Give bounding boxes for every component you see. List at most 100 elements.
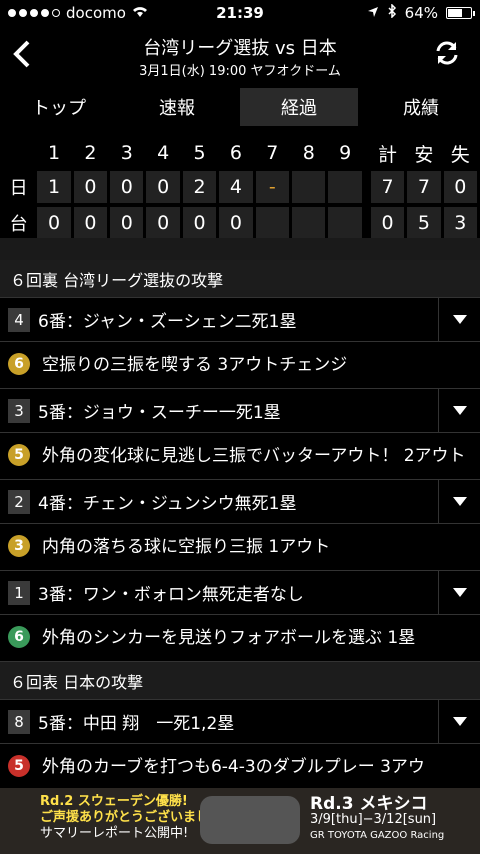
scoreboard-row-taiwan: 台 0 0 0 0 0 0 0 5 3 [0,206,480,240]
tab-bar: トップ 速報 経過 成績 [0,86,480,128]
refresh-button[interactable] [432,38,462,68]
expand-caret-icon[interactable] [438,479,480,524]
batter-situation: 6番：ジャン・ズーシェン二死1塁 [38,312,297,332]
play-description: 内角の落ちる球に空振り三振 1アウト [42,537,331,557]
inning-section-header: ６回表 日本の攻撃 [0,662,480,700]
total-runs-header: 計 [378,143,398,166]
page-title: 台湾リーグ選抜 vs 日本 [143,38,337,59]
batter-row[interactable]: 8 5番：中田 翔 一死1,2塁 [0,699,480,744]
rally-car-image [200,796,300,844]
play-item: 5 外角の変化球に見逃し三振でバッターアウト！ 2アウト [0,433,480,480]
expand-caret-icon[interactable] [438,297,480,342]
scoreboard: 1 2 3 4 5 6 7 8 9 計 安 失 日 1 0 0 0 2 4 - … [0,136,480,240]
play-description: 外角の変化球に見逃し三振でバッターアウト！ 2アウト [42,446,466,466]
batter-number-badge: 4 [8,307,30,332]
inning-score: 1 [37,171,71,203]
refresh-icon [436,41,458,65]
inning-header: 8 [302,142,315,164]
inning-score-current: - [255,171,290,203]
inning-header: 2 [84,142,97,164]
inning-section-header: ６回裏 台湾リーグ選抜の攻撃 [0,260,480,298]
play-description: 空振りの三振を喫する 3アウトチェンジ [42,355,348,375]
batter-row[interactable]: 3 5番：ジョウ・スーチー一死1塁 [0,388,480,433]
batter-number-badge: 2 [8,489,30,514]
ad-dates: 3/9[thu]−3/12[sun] [310,812,437,827]
batter-situation: 4番：チェン・ジュンシウ無死1塁 [38,494,297,514]
hits-header: 安 [414,143,434,166]
batter-number-badge: 1 [8,580,30,605]
play-by-play-feed: ６回裏 台湾リーグ選抜の攻撃 4 6番：ジャン・ズーシェン二死1塁 6 空振りの… [0,260,480,791]
tab-stats[interactable]: 成績 [362,86,480,128]
app-header: 台湾リーグ選抜 vs 日本 3月1日(水) 19:00 ヤフオクドーム [0,28,480,84]
pitch-count-badge: 5 [8,755,30,777]
ad-banner[interactable]: Rd.2 スウェーデン優勝! ご声援ありがとうございました! サマリーレポート公… [0,788,480,854]
batter-row[interactable]: 4 6番：ジャン・ズーシェン二死1塁 [0,297,480,342]
batter-situation: 5番：ジョウ・スーチー一死1塁 [38,403,281,423]
inning-score [255,207,290,239]
pitch-count-badge: 6 [8,353,30,375]
battery-icon [446,7,475,19]
expand-caret-icon[interactable] [438,699,480,744]
inning-score [292,171,326,203]
play-description: 外角のシンカーを見送りフォアボールを選ぶ 1塁 [42,628,416,648]
inning-score: 0 [110,207,144,239]
inning-score: 2 [182,171,217,203]
inning-score: 0 [146,171,180,203]
errors-header: 失 [450,143,470,166]
tab-live[interactable]: 速報 [118,86,236,128]
inning-header: 1 [47,142,61,164]
inning-header: 9 [339,142,352,164]
total-errors: 0 [443,171,477,203]
ad-next-round: Rd.3 メキシコ [310,794,428,814]
inning-score: 0 [73,171,108,203]
inning-score: 0 [146,207,180,239]
play-item: 3 内角の落ちる球に空振り三振 1アウト [0,524,480,571]
batter-row[interactable]: 2 4番：チェン・ジュンシウ無死1塁 [0,479,480,524]
inning-score: 0 [73,207,108,239]
expand-caret-icon[interactable] [438,388,480,433]
batter-row[interactable]: 1 3番：ワン・ボォロン無死走者なし [0,570,480,615]
play-item: 6 外角のシンカーを見送りフォアボールを選ぶ 1塁 [0,615,480,662]
expand-caret-icon[interactable] [438,570,480,615]
team-label: 台 [9,214,28,235]
location-icon [367,4,379,22]
tab-progress[interactable]: 経過 [240,88,358,126]
inning-header: 4 [157,142,170,164]
scoreboard-row-japan: 日 1 0 0 0 2 4 - 7 7 0 [0,170,480,204]
battery-percent: 64% [404,4,438,22]
inning-score: 0 [110,171,144,203]
inning-header: 6 [229,142,242,164]
inning-header: 7 [266,142,279,164]
inning-score [292,207,326,239]
inning-score: 4 [219,171,253,203]
game-info: 3月1日(水) 19:00 ヤフオクドーム [139,64,341,79]
inning-score: 0 [37,207,71,239]
pitch-count-badge: 5 [8,444,30,466]
batter-number-badge: 3 [8,398,30,423]
total-hits: 7 [407,171,441,203]
inning-score: 0 [219,207,253,239]
team-label: 日 [9,178,28,199]
total-runs: 0 [370,207,405,239]
play-description: 外角のカーブを打つも6-4-3のダブルプレー 3アウ [42,757,425,777]
inning-header: 5 [193,142,206,164]
batter-situation: 3番：ワン・ボォロン無死走者なし [38,585,304,605]
play-item: 5 外角のカーブを打つも6-4-3のダブルプレー 3アウ [0,744,480,791]
total-runs: 7 [370,171,405,203]
pitch-count-badge: 6 [8,626,30,648]
inning-score: 0 [182,207,217,239]
bluetooth-icon [387,3,397,22]
inning-score [328,171,362,203]
tab-top[interactable]: トップ [0,86,118,128]
pitch-count-badge: 3 [8,535,30,557]
batter-number-badge: 8 [8,709,30,734]
inning-score [328,207,362,239]
divider [0,238,480,260]
batter-situation: 5番：中田 翔 一死1,2塁 [38,714,235,734]
inning-header: 3 [120,142,133,164]
status-bar: docomo 21:39 64% [0,0,480,28]
scoreboard-header: 1 2 3 4 5 6 7 8 9 計 安 失 [0,136,480,170]
total-hits: 5 [407,207,441,239]
total-errors: 3 [443,207,477,239]
ad-brand: GR TOYOTA GAZOO Racing [310,830,445,841]
